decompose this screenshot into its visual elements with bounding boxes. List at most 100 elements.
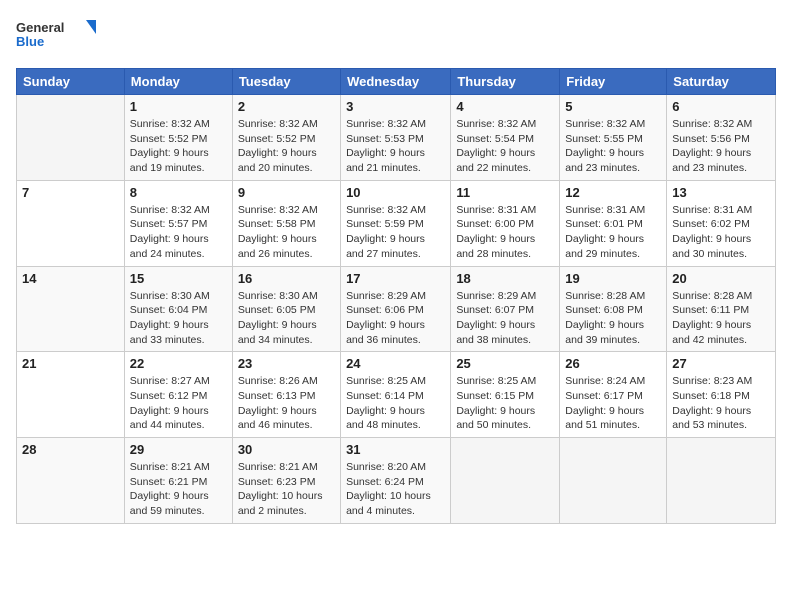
col-tuesday: Tuesday bbox=[232, 69, 340, 95]
day-number: 23 bbox=[238, 356, 335, 371]
calendar-cell: 8Sunrise: 8:32 AMSunset: 5:57 PMDaylight… bbox=[124, 180, 232, 266]
day-number: 2 bbox=[238, 99, 335, 114]
day-number: 1 bbox=[130, 99, 227, 114]
calendar-cell: 6Sunrise: 8:32 AMSunset: 5:56 PMDaylight… bbox=[667, 95, 776, 181]
calendar-table: Sunday Monday Tuesday Wednesday Thursday… bbox=[16, 68, 776, 524]
day-info: Sunrise: 8:27 AMSunset: 6:12 PMDaylight:… bbox=[130, 374, 227, 433]
day-number: 10 bbox=[346, 185, 445, 200]
col-sunday: Sunday bbox=[17, 69, 125, 95]
day-number: 27 bbox=[672, 356, 770, 371]
day-number: 31 bbox=[346, 442, 445, 457]
day-info: Sunrise: 8:32 AMSunset: 5:52 PMDaylight:… bbox=[130, 117, 227, 176]
calendar-cell: 21 bbox=[17, 352, 125, 438]
day-number: 25 bbox=[456, 356, 554, 371]
day-info: Sunrise: 8:32 AMSunset: 5:56 PMDaylight:… bbox=[672, 117, 770, 176]
day-info: Sunrise: 8:23 AMSunset: 6:18 PMDaylight:… bbox=[672, 374, 770, 433]
calendar-cell: 7 bbox=[17, 180, 125, 266]
calendar-cell: 18 Sunrise: 8:29 AMSunset: 6:07 PMDayligh… bbox=[451, 266, 560, 352]
calendar-cell: 28 bbox=[17, 438, 125, 524]
calendar-cell: 22 Sunrise: 8:27 AMSunset: 6:12 PMDayligh… bbox=[124, 352, 232, 438]
day-number: 28 bbox=[22, 442, 119, 457]
day-number: 14 bbox=[22, 271, 119, 286]
day-info: Sunrise: 8:32 AMSunset: 5:53 PMDaylight:… bbox=[346, 117, 445, 176]
col-friday: Friday bbox=[560, 69, 667, 95]
day-info: Sunrise: 8:25 AMSunset: 6:14 PMDaylight:… bbox=[346, 374, 445, 433]
calendar-cell bbox=[667, 438, 776, 524]
calendar-cell: 17Sunrise: 8:29 AMSunset: 6:06 PMDayligh… bbox=[341, 266, 451, 352]
day-number: 20 bbox=[672, 271, 770, 286]
calendar-cell: 10 Sunrise: 8:32 AMSunset: 5:59 PMDayligh… bbox=[341, 180, 451, 266]
day-info: Sunrise: 8:32 AMSunset: 5:54 PMDaylight:… bbox=[456, 117, 554, 176]
calendar-cell: 24 Sunrise: 8:25 AMSunset: 6:14 PMDayligh… bbox=[341, 352, 451, 438]
day-number: 3 bbox=[346, 99, 445, 114]
calendar-cell: 5 Sunrise: 8:32 AMSunset: 5:55 PMDaylight… bbox=[560, 95, 667, 181]
calendar-cell: 12 Sunrise: 8:31 AMSunset: 6:01 PMDayligh… bbox=[560, 180, 667, 266]
day-info: Sunrise: 8:20 AMSunset: 6:24 PMDaylight:… bbox=[346, 460, 445, 519]
day-info: Sunrise: 8:32 AMSunset: 5:58 PMDaylight:… bbox=[238, 203, 335, 262]
calendar-cell bbox=[451, 438, 560, 524]
calendar-cell: 26 Sunrise: 8:24 AMSunset: 6:17 PMDayligh… bbox=[560, 352, 667, 438]
day-number: 17 bbox=[346, 271, 445, 286]
svg-text:General: General bbox=[16, 20, 64, 35]
calendar-cell: 4 Sunrise: 8:32 AMSunset: 5:54 PMDaylight… bbox=[451, 95, 560, 181]
calendar-cell: 23 Sunrise: 8:26 AMSunset: 6:13 PMDayligh… bbox=[232, 352, 340, 438]
day-number: 12 bbox=[565, 185, 661, 200]
calendar-cell: 29Sunrise: 8:21 AMSunset: 6:21 PMDayligh… bbox=[124, 438, 232, 524]
day-number: 15 bbox=[130, 271, 227, 286]
day-number: 26 bbox=[565, 356, 661, 371]
calendar-cell: 27 Sunrise: 8:23 AMSunset: 6:18 PMDayligh… bbox=[667, 352, 776, 438]
day-info: Sunrise: 8:31 AMSunset: 6:02 PMDaylight:… bbox=[672, 203, 770, 262]
col-thursday: Thursday bbox=[451, 69, 560, 95]
day-info: Sunrise: 8:25 AMSunset: 6:15 PMDaylight:… bbox=[456, 374, 554, 433]
day-info: Sunrise: 8:32 AMSunset: 5:52 PMDaylight:… bbox=[238, 117, 335, 176]
calendar-cell bbox=[17, 95, 125, 181]
col-saturday: Saturday bbox=[667, 69, 776, 95]
day-number: 5 bbox=[565, 99, 661, 114]
day-info: Sunrise: 8:29 AMSunset: 6:07 PMDaylight:… bbox=[456, 289, 554, 348]
day-info: Sunrise: 8:32 AMSunset: 5:55 PMDaylight:… bbox=[565, 117, 661, 176]
day-number: 24 bbox=[346, 356, 445, 371]
calendar-cell: 11 Sunrise: 8:31 AMSunset: 6:00 PMDayligh… bbox=[451, 180, 560, 266]
day-info: Sunrise: 8:28 AMSunset: 6:08 PMDaylight:… bbox=[565, 289, 661, 348]
calendar-cell: 16 Sunrise: 8:30 AMSunset: 6:05 PMDayligh… bbox=[232, 266, 340, 352]
day-number: 4 bbox=[456, 99, 554, 114]
col-monday: Monday bbox=[124, 69, 232, 95]
calendar-cell: 30 Sunrise: 8:21 AMSunset: 6:23 PMDayligh… bbox=[232, 438, 340, 524]
day-number: 7 bbox=[22, 185, 119, 200]
day-number: 21 bbox=[22, 356, 119, 371]
logo: General Blue bbox=[16, 16, 96, 56]
day-number: 18 bbox=[456, 271, 554, 286]
calendar-cell: 1 Sunrise: 8:32 AMSunset: 5:52 PMDaylight… bbox=[124, 95, 232, 181]
svg-text:Blue: Blue bbox=[16, 34, 44, 49]
day-number: 16 bbox=[238, 271, 335, 286]
day-number: 11 bbox=[456, 185, 554, 200]
calendar-cell: 19 Sunrise: 8:28 AMSunset: 6:08 PMDayligh… bbox=[560, 266, 667, 352]
day-info: Sunrise: 8:24 AMSunset: 6:17 PMDaylight:… bbox=[565, 374, 661, 433]
calendar-cell: 31 Sunrise: 8:20 AMSunset: 6:24 PMDayligh… bbox=[341, 438, 451, 524]
day-number: 22 bbox=[130, 356, 227, 371]
day-info: Sunrise: 8:28 AMSunset: 6:11 PMDaylight:… bbox=[672, 289, 770, 348]
day-info: Sunrise: 8:32 AMSunset: 5:59 PMDaylight:… bbox=[346, 203, 445, 262]
calendar-cell bbox=[560, 438, 667, 524]
calendar-cell: 9 Sunrise: 8:32 AMSunset: 5:58 PMDaylight… bbox=[232, 180, 340, 266]
day-info: Sunrise: 8:30 AMSunset: 6:04 PMDaylight:… bbox=[130, 289, 227, 348]
day-info: Sunrise: 8:21 AMSunset: 6:21 PMDaylight:… bbox=[130, 460, 227, 519]
day-info: Sunrise: 8:26 AMSunset: 6:13 PMDaylight:… bbox=[238, 374, 335, 433]
day-number: 19 bbox=[565, 271, 661, 286]
day-info: Sunrise: 8:31 AMSunset: 6:01 PMDaylight:… bbox=[565, 203, 661, 262]
day-number: 8 bbox=[130, 185, 227, 200]
calendar-cell: 15 Sunrise: 8:30 AMSunset: 6:04 PMDayligh… bbox=[124, 266, 232, 352]
page-header: General Blue bbox=[16, 16, 776, 56]
col-wednesday: Wednesday bbox=[341, 69, 451, 95]
calendar-cell: 20 Sunrise: 8:28 AMSunset: 6:11 PMDayligh… bbox=[667, 266, 776, 352]
calendar-cell: 14 bbox=[17, 266, 125, 352]
calendar-cell: 3 Sunrise: 8:32 AMSunset: 5:53 PMDaylight… bbox=[341, 95, 451, 181]
day-info: Sunrise: 8:30 AMSunset: 6:05 PMDaylight:… bbox=[238, 289, 335, 348]
calendar-cell: 13 Sunrise: 8:31 AMSunset: 6:02 PMDayligh… bbox=[667, 180, 776, 266]
day-number: 9 bbox=[238, 185, 335, 200]
day-number: 13 bbox=[672, 185, 770, 200]
day-info: Sunrise: 8:31 AMSunset: 6:00 PMDaylight:… bbox=[456, 203, 554, 262]
day-number: 30 bbox=[238, 442, 335, 457]
calendar-cell: 2 Sunrise: 8:32 AMSunset: 5:52 PMDaylight… bbox=[232, 95, 340, 181]
day-info: Sunrise: 8:21 AMSunset: 6:23 PMDaylight:… bbox=[238, 460, 335, 519]
